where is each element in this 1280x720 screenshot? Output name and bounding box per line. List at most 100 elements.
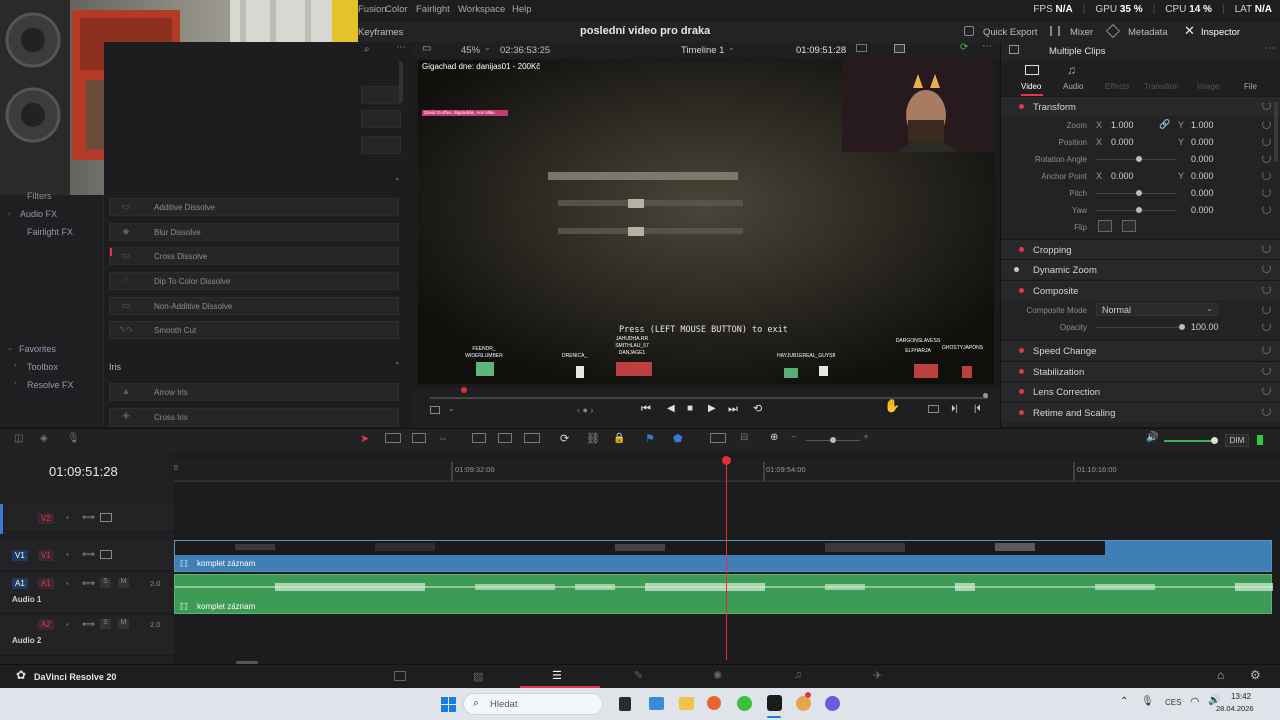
- composite-mode-select[interactable]: Normal ⌄: [1096, 303, 1218, 316]
- enable-dot[interactable]: [1019, 410, 1024, 415]
- rotation-field[interactable]: 0.000: [1191, 154, 1214, 164]
- section-cropping[interactable]: Cropping: [1001, 239, 1280, 259]
- tab-transition[interactable]: Transition: [1144, 82, 1179, 91]
- track-header-v1[interactable]: V1 V1 ▪ ⟺: [0, 540, 174, 571]
- video-viewer[interactable]: Gigachad dne: danijas01 - 200Kč Dávid Go…: [418, 60, 994, 384]
- enable-dot[interactable]: [1019, 389, 1024, 394]
- menu-help[interactable]: Help: [512, 4, 532, 15]
- mic-icon[interactable]: 🎙: [67, 433, 80, 444]
- scrollbar[interactable]: [1274, 102, 1278, 162]
- green-app-icon[interactable]: [737, 696, 752, 711]
- clip-view-icon[interactable]: [430, 406, 440, 414]
- yaw-field[interactable]: 0.000: [1191, 205, 1214, 215]
- match-frame-icon[interactable]: [928, 405, 939, 413]
- language-indicator[interactable]: CES: [1165, 698, 1181, 707]
- section-speed-change[interactable]: Speed Change: [1001, 340, 1280, 360]
- reset-icon[interactable]: [1262, 244, 1271, 253]
- nav-fairlight-fx[interactable]: Fairlight FX: [27, 227, 73, 237]
- lock-icon[interactable]: ▪: [66, 579, 69, 588]
- reset-icon[interactable]: [1262, 154, 1271, 163]
- lock-icon[interactable]: ▪: [66, 513, 69, 522]
- fx-smooth-cut[interactable]: ∿∿ Smooth Cut: [109, 321, 399, 339]
- jog-icon[interactable]: ‹ ● ›: [577, 405, 593, 415]
- position-y-field[interactable]: 0.000: [1191, 137, 1214, 147]
- dual-viewer-icon[interactable]: ◫: [14, 433, 23, 444]
- auto-select-icon[interactable]: ⟺: [82, 549, 95, 560]
- search-icon[interactable]: ⌕: [364, 44, 370, 55]
- metadata-button[interactable]: Metadata: [1128, 27, 1168, 38]
- scrub-bar[interactable]: [430, 397, 988, 399]
- auto-select-icon[interactable]: ⟺: [82, 512, 95, 523]
- task-view-icon[interactable]: [619, 697, 631, 711]
- slider-handle[interactable]: [1136, 190, 1142, 196]
- playhead[interactable]: [726, 460, 727, 660]
- reset-icon[interactable]: [1262, 264, 1271, 273]
- app-icon[interactable]: [796, 696, 811, 711]
- reset-icon[interactable]: [1262, 407, 1271, 416]
- list-item[interactable]: [361, 110, 401, 128]
- reset-icon[interactable]: [1262, 285, 1271, 294]
- reset-icon[interactable]: [1262, 171, 1271, 180]
- clock-date[interactable]: 28.04.2026: [1216, 704, 1254, 713]
- nav-filters[interactable]: Filters: [27, 191, 52, 201]
- opacity-field[interactable]: 100.00: [1191, 322, 1219, 332]
- replace-clip-icon[interactable]: [524, 433, 540, 443]
- gear-icon[interactable]: ⚙: [1250, 668, 1261, 682]
- source-patch-a1[interactable]: A1: [12, 578, 28, 589]
- reset-icon[interactable]: [1262, 205, 1271, 214]
- lock-icon[interactable]: 🔒: [613, 433, 625, 444]
- trim-tool-icon[interactable]: [385, 433, 401, 443]
- enable-dot[interactable]: [1019, 104, 1024, 109]
- lock-icon[interactable]: ▪: [66, 550, 69, 559]
- chevron-down-icon[interactable]: ⌄: [448, 404, 455, 413]
- play-reverse-icon[interactable]: ◀: [667, 403, 675, 414]
- track-visibility-icon[interactable]: [100, 550, 112, 559]
- slider-handle[interactable]: [830, 437, 836, 443]
- opacity-slider[interactable]: [1096, 327, 1182, 328]
- go-to-end-icon[interactable]: ⏭: [728, 403, 738, 416]
- list-item[interactable]: [361, 136, 401, 154]
- quick-export-button[interactable]: Quick Export: [983, 27, 1037, 38]
- fx-cross-iris[interactable]: ✚ Cross Iris: [109, 408, 399, 427]
- video-clip-v1[interactable]: ⟦⟧ komplet záznam: [174, 540, 1272, 572]
- zoom-detail-icon[interactable]: ⊟: [740, 432, 748, 443]
- reset-icon[interactable]: [1262, 366, 1271, 375]
- file-explorer-icon[interactable]: [679, 697, 694, 710]
- safe-area-icon[interactable]: [894, 44, 905, 53]
- discord-icon[interactable]: [825, 696, 840, 711]
- section-dynamic-zoom[interactable]: Dynamic Zoom: [1001, 259, 1280, 279]
- next-edit-icon[interactable]: ⏵|: [951, 403, 958, 414]
- anchor-x-field[interactable]: 0.000: [1111, 171, 1134, 181]
- menu-fusion[interactable]: Fusion: [358, 4, 387, 15]
- enable-dot[interactable]: [1019, 247, 1024, 252]
- menu-fairlight[interactable]: Fairlight: [416, 4, 450, 15]
- anchor-y-field[interactable]: 0.000: [1191, 171, 1214, 181]
- keyframes-tab[interactable]: Keyframes: [358, 27, 403, 38]
- nav-toolbox[interactable]: Toolbox: [27, 362, 58, 372]
- deliver-page-icon[interactable]: ✈: [873, 669, 882, 682]
- menu-workspace[interactable]: Workspace: [458, 4, 505, 15]
- tab-effects[interactable]: Effects: [1105, 82, 1129, 91]
- zoom-custom-icon[interactable]: ⊕: [770, 432, 778, 443]
- select-tool-icon[interactable]: ➤: [360, 432, 369, 445]
- inspector-button[interactable]: Inspector: [1201, 27, 1240, 38]
- zoom-full-icon[interactable]: [710, 433, 726, 443]
- section-composite[interactable]: Composite: [1001, 280, 1280, 300]
- more-options-icon[interactable]: ⋯: [1265, 43, 1275, 54]
- viewer-layout-icon[interactable]: ▭: [422, 43, 431, 54]
- menu-color[interactable]: Color: [385, 4, 408, 15]
- insert-clip-icon[interactable]: [472, 433, 486, 443]
- fx-dip-to-color[interactable]: ⁘ Dip To Color Dissolve: [109, 272, 399, 290]
- reset-icon[interactable]: [1262, 137, 1271, 146]
- flag-icon[interactable]: ⚑: [645, 432, 655, 445]
- mixer-button[interactable]: Mixer: [1070, 27, 1093, 38]
- stop-icon[interactable]: ■: [687, 403, 693, 414]
- windows-start-icon[interactable]: [441, 697, 456, 712]
- dynamic-trim-icon[interactable]: [412, 433, 426, 443]
- auto-select-icon[interactable]: ⟺: [82, 619, 95, 630]
- nav-favorites[interactable]: Favorites: [19, 344, 56, 354]
- taskbar-search[interactable]: ⌕ Hledat: [463, 693, 603, 715]
- playhead-handle[interactable]: [722, 456, 731, 465]
- flip-horizontal-icon[interactable]: [1098, 220, 1112, 232]
- collapse-icon[interactable]: ⌃: [394, 177, 401, 186]
